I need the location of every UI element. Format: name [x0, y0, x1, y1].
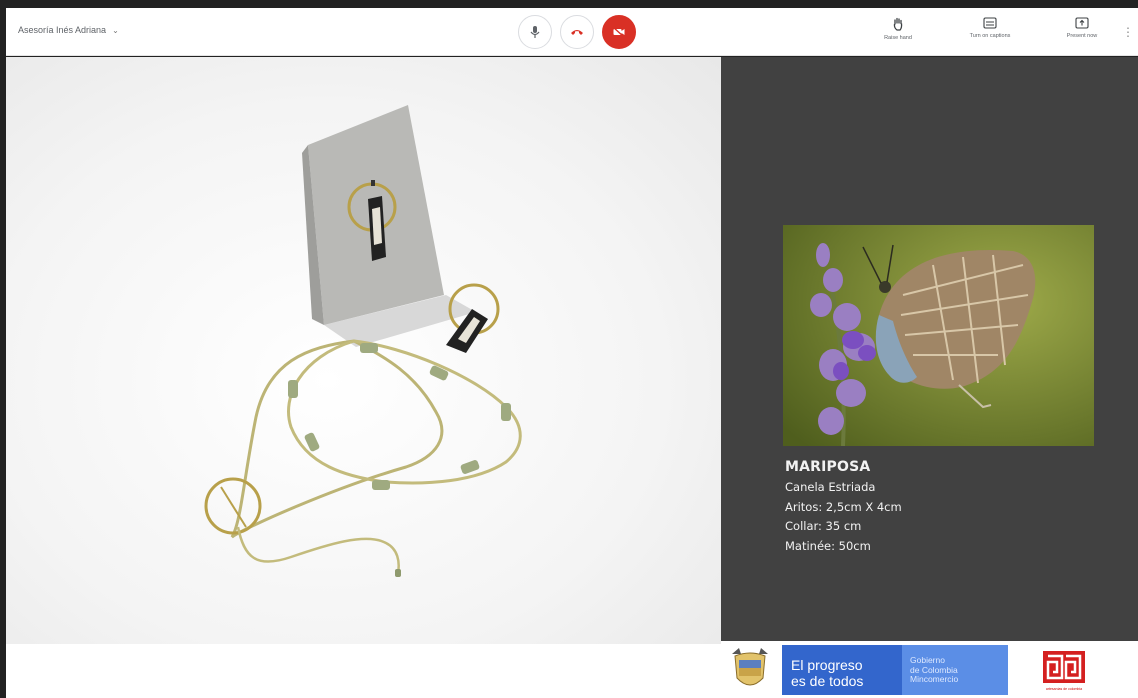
- captions-icon: [983, 17, 997, 29]
- butterfly-photo: [783, 225, 1094, 446]
- hand-icon: [893, 17, 903, 31]
- present-icon: [1075, 17, 1089, 29]
- butterfly-illustration: [783, 225, 1094, 446]
- progreso-logo: El progreso es de todos: [782, 645, 902, 695]
- microphone-icon: [530, 26, 540, 38]
- product-line-color: Canela Estriada: [785, 480, 876, 494]
- product-line-matinee: Matinée: 50cm: [785, 538, 871, 553]
- meeting-title-text: Asesoría Inés Adriana: [18, 25, 107, 35]
- mic-button[interactable]: [518, 15, 552, 49]
- progreso-line1: El progreso: [791, 657, 863, 673]
- product-details: MARIPOSA Canela Estriada Aritos: 2,5cm X…: [785, 459, 902, 556]
- captions-button[interactable]: Turn on captions: [944, 17, 1036, 41]
- call-controls: [518, 15, 636, 49]
- present-now-label: Present now: [1066, 33, 1098, 39]
- colombia-crest-logo: [732, 648, 768, 686]
- sponsor-banner: El progreso es de todos Gobierno de Colo…: [721, 641, 1138, 698]
- hang-up-icon: [571, 30, 583, 35]
- product-line-earrings: Aritos: 2,5cm X 4cm: [785, 499, 902, 514]
- product-line-necklace: Collar: 35 cm: [785, 519, 862, 533]
- artesanias-logo: artesanías de colombia: [1041, 649, 1087, 693]
- artesanias-mark: [1043, 651, 1085, 683]
- gobierno-line3: Mincomercio: [910, 674, 959, 684]
- meeting-title[interactable]: Asesoría Inés Adriana ⌄: [18, 25, 119, 35]
- camera-button[interactable]: [602, 15, 636, 49]
- more-options-icon[interactable]: ⋮: [1122, 25, 1134, 39]
- raise-hand-label: Raise hand: [884, 35, 912, 41]
- camera-off-icon: [612, 26, 625, 38]
- captions-label: Turn on captions: [969, 33, 1011, 39]
- meeting-toolbar: Asesoría Inés Adriana ⌄ Raise hand Turn …: [6, 8, 1138, 56]
- end-call-button[interactable]: [560, 15, 594, 49]
- present-now-button[interactable]: Present now: [1036, 17, 1128, 41]
- jewelry-illustration: [204, 105, 522, 577]
- chevron-down-icon[interactable]: ⌄: [112, 26, 119, 35]
- raise-hand-button[interactable]: Raise hand: [852, 17, 944, 41]
- gobierno-logo: Gobierno de Colombia Mincomercio: [902, 645, 1008, 695]
- bottom-strip: [6, 644, 721, 698]
- progreso-line2: es de todos: [791, 673, 864, 689]
- product-name: MARIPOSA: [785, 459, 871, 475]
- artesanias-tag: artesanías de colombia: [1045, 687, 1083, 691]
- right-actions: Raise hand Turn on captions Present now: [852, 17, 1128, 41]
- product-image: [6, 57, 721, 644]
- product-info-panel: MARIPOSA Canela Estriada Aritos: 2,5cm X…: [721, 57, 1138, 641]
